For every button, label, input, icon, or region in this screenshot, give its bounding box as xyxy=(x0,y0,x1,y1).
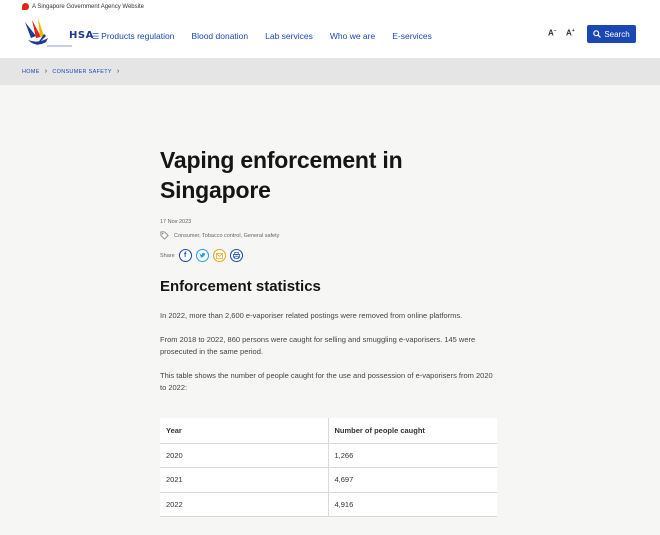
decrease-font-button[interactable]: A− xyxy=(548,28,557,38)
nav-item-label: Products regulation xyxy=(101,30,175,41)
article-tags: Consumer, Tobacco control, General safet… xyxy=(160,231,500,240)
enforcement-table: Year Number of people caught 2020 1,266 … xyxy=(160,418,497,517)
search-button-label: Search xyxy=(604,29,630,39)
cell-count: 1,266 xyxy=(328,443,497,468)
facebook-share-icon[interactable]: f xyxy=(178,249,192,262)
chevron-right-icon: › xyxy=(116,68,120,75)
printer-icon xyxy=(232,252,240,259)
email-share-icon[interactable] xyxy=(212,249,226,262)
search-icon xyxy=(593,30,602,38)
nav-item-blood-donation[interactable]: Blood donation xyxy=(191,31,248,41)
nav-item-e-services[interactable]: E-services xyxy=(392,31,432,41)
table-row: 2021 4,697 xyxy=(160,467,497,493)
breadcrumb-home[interactable]: HOME xyxy=(22,69,40,75)
nav-item-lab-services[interactable]: Lab services xyxy=(265,31,313,41)
cell-year: 2022 xyxy=(160,492,329,517)
tags-text: Consumer, Tobacco control, General safet… xyxy=(174,232,280,239)
cell-year: 2021 xyxy=(160,467,329,493)
twitter-bird-icon xyxy=(199,252,205,258)
column-header-year: Year xyxy=(160,418,329,444)
nav-item-who-we-are[interactable]: Who we are xyxy=(330,31,375,41)
nav-item-products-regulation[interactable]: ☰ Products regulation xyxy=(92,31,174,41)
masthead-text: A Singapore Government Agency Website xyxy=(32,3,144,10)
page-title: Vaping enforcement in Singapore xyxy=(160,145,500,205)
increase-font-button[interactable]: A+ xyxy=(566,28,575,38)
publish-date: 17 Nov 2023 xyxy=(160,219,192,225)
hsa-logo[interactable]: HSA xyxy=(22,16,93,52)
twitter-share-icon[interactable] xyxy=(195,249,209,262)
hsa-logo-icon xyxy=(25,18,72,47)
print-share-icon[interactable] xyxy=(229,249,243,262)
share-label: Share xyxy=(160,252,175,259)
main-content: Vaping enforcement in Singapore 17 Nov 2… xyxy=(0,85,660,535)
menu-icon: ☰ xyxy=(92,31,100,41)
breadcrumb: HOME › CONSUMER SAFETY › xyxy=(0,58,660,85)
page-title-line: Singapore xyxy=(160,177,271,203)
table-header-row: Year Number of people caught xyxy=(160,418,497,444)
table-row: 2020 1,266 xyxy=(160,443,497,468)
chevron-right-icon: › xyxy=(44,68,48,75)
column-header-count: Number of people caught xyxy=(328,418,497,444)
nav-item-label: Who we are xyxy=(329,30,376,41)
paragraph: This table shows the number of people ca… xyxy=(160,370,493,393)
paragraph: From 2018 to 2022, 860 persons were caug… xyxy=(160,334,476,357)
section-heading: Enforcement statistics xyxy=(160,278,321,295)
share-bar: Share f xyxy=(160,249,500,262)
nav-menu: ☰ Products regulation Blood donation Lab … xyxy=(92,13,449,58)
nav-item-label: E-services xyxy=(392,30,432,41)
tag-icon xyxy=(160,231,169,240)
search-button[interactable]: Search xyxy=(587,25,636,43)
plus-icon: + xyxy=(571,28,575,34)
cell-count: 4,697 xyxy=(328,467,497,493)
cell-year: 2020 xyxy=(160,443,329,468)
table-row: 2022 4,916 xyxy=(160,492,497,517)
government-masthead: A Singapore Government Agency Website xyxy=(0,0,660,13)
cell-count: 4,916 xyxy=(328,492,497,517)
logo-text: HSA xyxy=(69,30,94,41)
main-navigation: HSA ☰ Products regulation Blood donation … xyxy=(0,13,660,58)
envelope-icon xyxy=(215,252,223,259)
breadcrumb-consumer-safety[interactable]: CONSUMER SAFETY xyxy=(52,69,112,75)
page-title-line: Vaping enforcement in xyxy=(160,147,403,173)
paragraph: In 2022, more than 2,600 e-vaporiser rel… xyxy=(160,311,463,320)
article: Vaping enforcement in Singapore 17 Nov 2… xyxy=(160,145,500,395)
nav-item-label: Blood donation xyxy=(191,30,249,41)
minus-icon: − xyxy=(553,28,557,34)
lion-head-icon xyxy=(22,3,29,10)
nav-item-label: Lab services xyxy=(265,30,313,41)
